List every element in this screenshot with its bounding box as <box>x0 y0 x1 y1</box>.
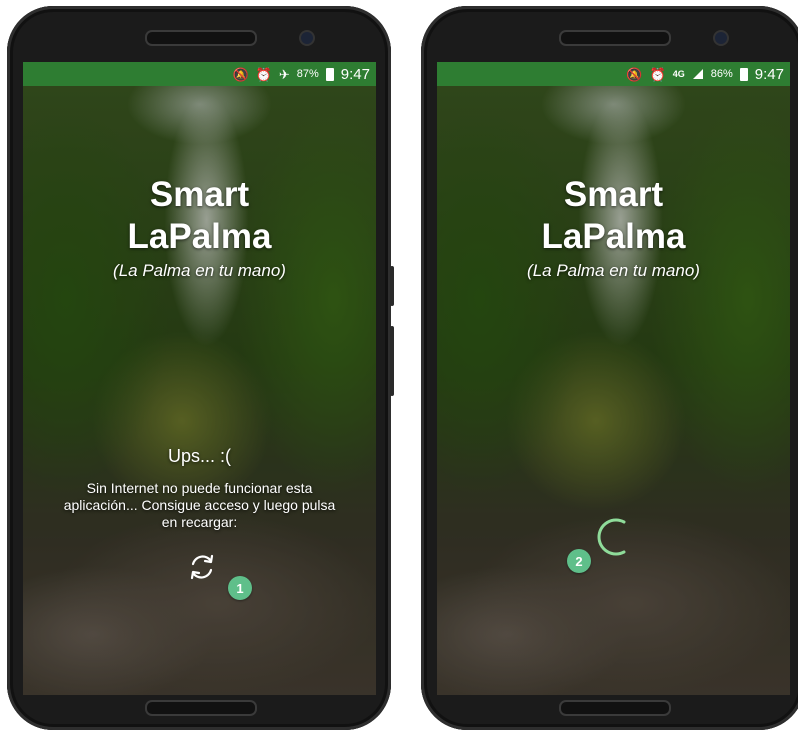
battery-icon <box>325 67 334 81</box>
mute-icon: 🔕 <box>626 66 643 82</box>
app-subtitle: (La Palma en tu mano) <box>527 261 700 280</box>
alarm-icon: ⏰ <box>255 66 272 82</box>
error-title: Ups... :( <box>167 446 231 466</box>
app-title: Smart LaPalma <box>23 174 376 258</box>
app-title-line1: Smart <box>149 175 250 214</box>
app-title-line2: LaPalma <box>127 217 272 256</box>
status-bar: 🔕 ⏰ ✈ 87% 9:47 <box>23 62 376 86</box>
step-badge-1: 1 <box>228 576 252 600</box>
signal-icon <box>692 69 703 79</box>
screen-loading: 🔕 ⏰ 4G 86% 9:47 Smart LaPalma (La Palma … <box>437 62 790 695</box>
alarm-icon: ⏰ <box>649 66 666 82</box>
phone-frame-left: 🔕 ⏰ ✈ 87% 9:47 Smart LaPalma (La Palma e… <box>7 6 394 730</box>
battery-percentage: 86% <box>710 68 733 80</box>
bottom-speaker <box>559 700 671 716</box>
phone-frame-right: 🔕 ⏰ 4G 86% 9:47 Smart LaPalma (La Palma … <box>421 6 798 730</box>
front-camera <box>713 30 729 46</box>
status-time: 9:47 <box>340 65 370 83</box>
status-bar: 🔕 ⏰ 4G 86% 9:47 <box>437 62 790 86</box>
loading-spinner-icon <box>597 518 626 556</box>
front-camera <box>299 30 315 46</box>
screen-offline: 🔕 ⏰ ✈ 87% 9:47 Smart LaPalma (La Palma e… <box>23 62 376 695</box>
app-title-line1: Smart <box>563 175 664 214</box>
earpiece-speaker <box>559 30 671 46</box>
airplane-icon: ✈ <box>278 66 290 82</box>
earpiece-speaker <box>145 30 257 46</box>
app-subtitle: (La Palma en tu mano) <box>113 261 286 280</box>
step-badge-2: 2 <box>567 549 591 573</box>
mute-icon: 🔕 <box>232 66 249 82</box>
4g-label: 4G <box>672 68 685 79</box>
app-title: Smart LaPalma <box>437 174 790 258</box>
reload-button[interactable] <box>185 550 219 584</box>
power-button <box>390 326 394 396</box>
app-title-line2: LaPalma <box>541 217 686 256</box>
battery-percentage: 87% <box>296 68 319 80</box>
error-message: Sin Internet no puede funcionar esta apl… <box>63 480 336 530</box>
volume-button <box>390 266 394 306</box>
status-time: 9:47 <box>754 65 784 83</box>
battery-icon <box>739 67 748 81</box>
bottom-speaker <box>145 700 257 716</box>
refresh-icon <box>190 554 214 580</box>
